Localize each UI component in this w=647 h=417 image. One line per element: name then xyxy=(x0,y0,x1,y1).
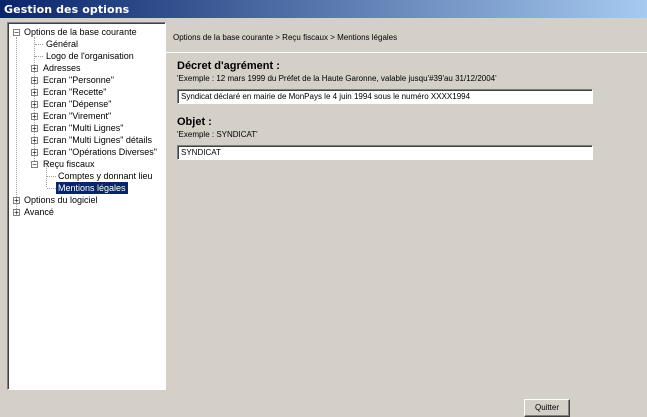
tree-item-logo[interactable]: Logo de l'organisation xyxy=(8,50,163,62)
expand-icon[interactable]: + xyxy=(31,89,38,97)
tree-item-label: Ecran "Multi Lignes" détails xyxy=(43,135,152,145)
collapse-icon[interactable]: − xyxy=(13,29,20,37)
tree-item-label: Comptes y donnant lieu xyxy=(58,171,153,181)
objet-example: 'Exemple : SYNDICAT' xyxy=(177,130,258,139)
window-title: Gestion des options xyxy=(4,3,130,16)
tree-item-operations-diverses[interactable]: + Ecran "Opérations Diverses" xyxy=(8,146,163,158)
breadcrumb-bar: Options de la base courante > Reçu fisca… xyxy=(166,22,647,53)
tree-item-label: Ecran "Personne" xyxy=(43,75,114,85)
tree-item-label: Options de la base courante xyxy=(24,27,137,37)
expand-icon[interactable]: + xyxy=(31,77,38,85)
tree-item-label: Ecran "Virement" xyxy=(43,111,112,121)
tree-line xyxy=(47,176,56,177)
decret-example: 'Exemple : 12 mars 1999 du Préfet de la … xyxy=(177,74,497,83)
title-bar: Gestion des options xyxy=(0,0,647,18)
tree-line xyxy=(47,188,56,189)
tree-line xyxy=(35,56,43,57)
options-tree[interactable]: − Options de la base courante Général Lo… xyxy=(7,22,166,390)
tree-item-label: Adresses xyxy=(43,63,81,73)
tree-item-recu-fiscaux[interactable]: − Reçu fiscaux xyxy=(8,158,163,170)
tree-item-label: Ecran "Multi Lignes" xyxy=(43,123,124,133)
objet-title: Objet : xyxy=(177,116,212,128)
tree-item-label: Options du logiciel xyxy=(24,195,98,205)
expand-icon[interactable]: + xyxy=(31,125,38,133)
objet-field[interactable]: SYNDICAT xyxy=(177,145,593,160)
expand-icon[interactable]: + xyxy=(31,65,38,73)
expand-icon[interactable]: + xyxy=(13,197,20,205)
expand-icon[interactable]: + xyxy=(31,149,38,157)
tree-item-virement[interactable]: + Ecran "Virement" xyxy=(8,110,163,122)
tree-item-label: Avancé xyxy=(24,207,54,217)
tree-item-adresses[interactable]: + Adresses xyxy=(8,62,163,74)
tree-item-label: Ecran "Dépense" xyxy=(43,99,112,109)
quit-button[interactable]: Quitter xyxy=(524,399,570,417)
tree-item-personne[interactable]: + Ecran "Personne" xyxy=(8,74,163,86)
tree-item-label: Ecran "Recette" xyxy=(43,87,107,97)
expand-icon[interactable]: + xyxy=(31,137,38,145)
tree-item-label: Mentions légales xyxy=(56,182,128,194)
expand-icon[interactable]: + xyxy=(31,113,38,121)
tree-line xyxy=(35,44,43,45)
tree-item-options-logiciel[interactable]: + Options du logiciel xyxy=(8,194,163,206)
tree-item-avance[interactable]: + Avancé xyxy=(8,206,163,218)
tree-item-options-base[interactable]: − Options de la base courante xyxy=(8,26,163,38)
decret-title: Décret d'agrément : xyxy=(177,60,280,72)
collapse-icon[interactable]: − xyxy=(31,161,38,169)
tree-item-label: Général xyxy=(46,39,79,49)
tree-item-multi-lignes-details[interactable]: + Ecran "Multi Lignes" détails xyxy=(8,134,163,146)
tree-item-label: Ecran "Opérations Diverses" xyxy=(43,147,157,157)
tree-item-depense[interactable]: + Ecran "Dépense" xyxy=(8,98,163,110)
tree-item-multi-lignes[interactable]: + Ecran "Multi Lignes" xyxy=(8,122,163,134)
tree-item-label: Reçu fiscaux xyxy=(43,159,95,169)
breadcrumb: Options de la base courante > Reçu fisca… xyxy=(173,33,398,42)
tree-item-general[interactable]: Général xyxy=(8,38,163,50)
decret-field[interactable]: Syndicat déclaré en mairie de MonPays le… xyxy=(177,89,593,104)
expand-icon[interactable]: + xyxy=(13,209,20,217)
tree-item-recette[interactable]: + Ecran "Recette" xyxy=(8,86,163,98)
tree-item-comptes[interactable]: Comptes y donnant lieu xyxy=(8,170,163,182)
tree-item-mentions-legales[interactable]: Mentions légales xyxy=(8,182,163,194)
tree-item-label: Logo de l'organisation xyxy=(46,51,134,61)
options-panel: Options de la base courante > Reçu fisca… xyxy=(166,22,647,392)
expand-icon[interactable]: + xyxy=(31,101,38,109)
